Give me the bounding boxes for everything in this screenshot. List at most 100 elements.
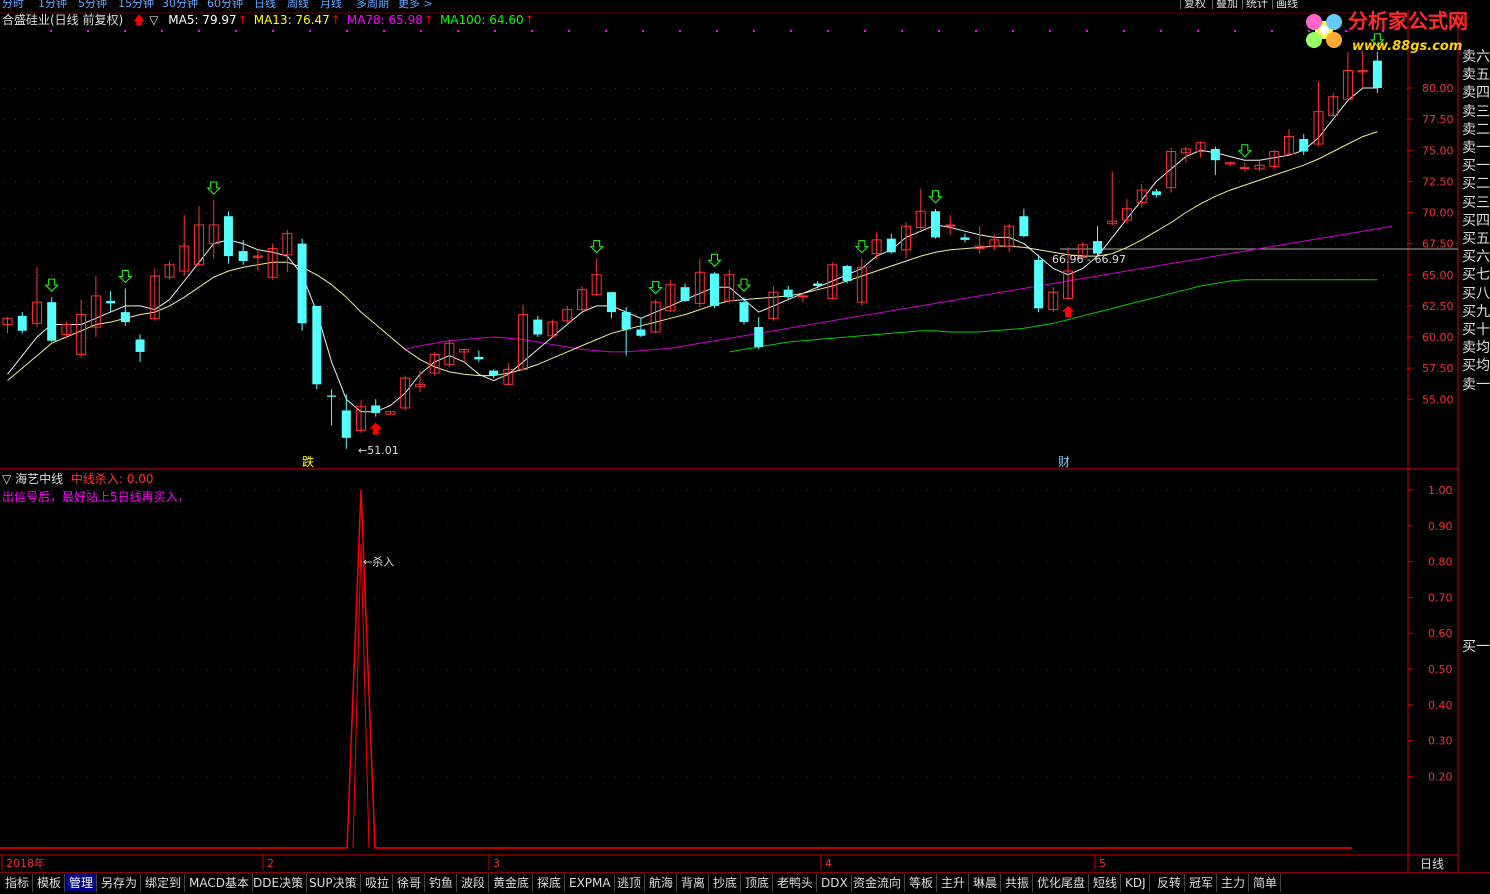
indicator-tab-14[interactable]: EXPMA	[566, 874, 615, 892]
dot-marker	[383, 30, 385, 32]
grid-dot	[747, 490, 748, 491]
grid-dot	[951, 368, 952, 370]
indicator-tab-6[interactable]: DDE决策	[250, 874, 308, 892]
grid-dot	[1071, 740, 1072, 742]
toolbar-button-2[interactable]: 统计	[1242, 0, 1268, 9]
indicator-tab-22[interactable]: 资金流向	[850, 874, 906, 892]
grid-dot	[771, 274, 772, 276]
indicator-tab-27[interactable]: 优化尾盘	[1034, 874, 1090, 892]
grid-dot	[195, 561, 196, 563]
grid-dot	[3, 243, 4, 245]
grid-dot	[591, 368, 592, 370]
grid-dot	[387, 181, 388, 183]
grid-dot	[375, 150, 376, 152]
indicator-tab-4[interactable]: 绑定到	[142, 874, 186, 892]
grid-dot	[1059, 704, 1060, 706]
grid-dot	[735, 399, 736, 401]
indicator-tab-15[interactable]: 逃顶	[614, 874, 646, 892]
dot-marker	[1234, 30, 1236, 32]
grid-dot	[27, 150, 28, 152]
grid-dot	[1239, 305, 1240, 307]
indicator-tab-1[interactable]: 模板	[34, 874, 66, 892]
grid-dot	[1251, 740, 1252, 742]
period-tab-3[interactable]: 15分钟	[118, 0, 154, 9]
grid-dot	[1203, 181, 1204, 183]
indicator-tab-23[interactable]: 等板	[906, 874, 938, 892]
grid-dot	[267, 305, 268, 307]
grid-dot	[1311, 740, 1312, 742]
indicator-tab-7[interactable]: SUP决策	[306, 874, 361, 892]
indicator-tab-10[interactable]: 钓鱼	[426, 874, 458, 892]
indicator-tab-18[interactable]: 抄底	[710, 874, 742, 892]
grid-dot	[987, 669, 988, 670]
grid-dot	[1311, 776, 1312, 778]
grid-dot	[159, 337, 160, 338]
toolbar-button-0[interactable]: 复权	[1180, 0, 1206, 9]
grid-dot	[1083, 181, 1084, 183]
grid-dot	[675, 740, 676, 742]
indicator-tab-32[interactable]: 主力	[1218, 874, 1250, 892]
indicator-tab-30[interactable]: 反转	[1154, 874, 1186, 892]
grid-dot	[1023, 368, 1024, 370]
indicator-tab-28[interactable]: 短线	[1090, 874, 1122, 892]
indicator-tab-31[interactable]: 冠军	[1186, 874, 1218, 892]
period-tab-0[interactable]: 分时	[2, 0, 24, 9]
indicator-tab-13[interactable]: 探底	[534, 874, 566, 892]
up-arrow-icon	[1062, 305, 1075, 318]
period-tab-8[interactable]: 月线	[320, 0, 342, 9]
indicator-tab-0[interactable]: 指标	[2, 874, 34, 892]
grid-dot	[219, 525, 220, 527]
period-tab-5[interactable]: 60分钟	[207, 0, 243, 9]
grid-dot	[735, 181, 736, 183]
period-tab-4[interactable]: 30分钟	[162, 0, 198, 9]
indicator-tab-3[interactable]: 另存为	[98, 874, 142, 892]
indicator-tab-29[interactable]: KDJ	[1122, 874, 1150, 892]
grid-dot	[1095, 669, 1096, 670]
grid-dot	[291, 490, 292, 491]
grid-dot	[663, 597, 664, 599]
indicator-tab-8[interactable]: 吸拉	[362, 874, 394, 892]
indicator-tab-12[interactable]: 黄金底	[490, 874, 534, 892]
grid-dot	[783, 704, 784, 706]
period-tab-10[interactable]: 更多 >	[398, 0, 433, 9]
grid-dot	[15, 561, 16, 563]
period-tab-6[interactable]: 日线	[254, 0, 276, 9]
indicator-tab-25[interactable]: 琳晨	[970, 874, 1002, 892]
indicator-tab-16[interactable]: 航海	[646, 874, 678, 892]
indicator-tab-bar[interactable]: 指标 模板 管理 另存为 绑定到 MACD基本 DDE决策 SUP决策 吸拉 徐哥 钓鱼 波段 黄金底探…	[0, 872, 1490, 894]
grid-dot	[1323, 305, 1324, 307]
indicator-tab-2[interactable]: 管理	[66, 874, 98, 892]
grid-dot	[1359, 597, 1360, 599]
period-menu-bar[interactable]: 分时 1分钟 5分钟 15分钟 30分钟 60分钟 日线 周线 月线 多周期 更多 > 复权 叠加 统计画…	[0, 0, 1490, 9]
indicator-tab-5[interactable]: MACD基本	[186, 874, 253, 892]
indicator-tab-24[interactable]: 主升	[938, 874, 970, 892]
period-tab-9[interactable]: 多周期	[356, 0, 389, 9]
chart-canvas[interactable]: 80.0077.5075.0072.5070.0067.5065.0062.50…	[0, 0, 1490, 893]
grid-dot	[867, 212, 868, 214]
indicator-tab-26[interactable]: 共振	[1002, 874, 1034, 892]
grid-dot	[1275, 274, 1276, 276]
indicator-tab-17[interactable]: 背离	[678, 874, 710, 892]
period-tab-1[interactable]: 1分钟	[38, 0, 67, 9]
grid-dot	[1155, 669, 1156, 670]
indicator-tab-19[interactable]: 顶底	[742, 874, 774, 892]
grid-dot	[1155, 704, 1156, 706]
period-tab-7[interactable]: 周线	[287, 0, 309, 9]
grid-dot	[903, 368, 904, 370]
grid-dot	[963, 597, 964, 599]
grid-dot	[123, 633, 124, 635]
grid-dot	[315, 669, 316, 670]
period-tab-2[interactable]: 5分钟	[78, 0, 107, 9]
indicator-tab-11[interactable]: 波段	[458, 874, 490, 892]
grid-dot	[1203, 88, 1204, 89]
toolbar-button-3[interactable]: 画线	[1272, 0, 1298, 9]
indicator-tab-9[interactable]: 徐哥	[394, 874, 426, 892]
grid-dot	[1239, 776, 1240, 778]
indicator-tab-33[interactable]: 简单	[1250, 874, 1282, 892]
grid-dot	[1167, 119, 1168, 121]
indicator-tab-20[interactable]: 老鸭头	[774, 874, 818, 892]
grid-dot	[147, 181, 148, 183]
indicator-tab-21[interactable]: DDX	[818, 874, 852, 892]
toolbar-button-1[interactable]: 叠加	[1212, 0, 1238, 9]
grid-dot	[1323, 740, 1324, 742]
